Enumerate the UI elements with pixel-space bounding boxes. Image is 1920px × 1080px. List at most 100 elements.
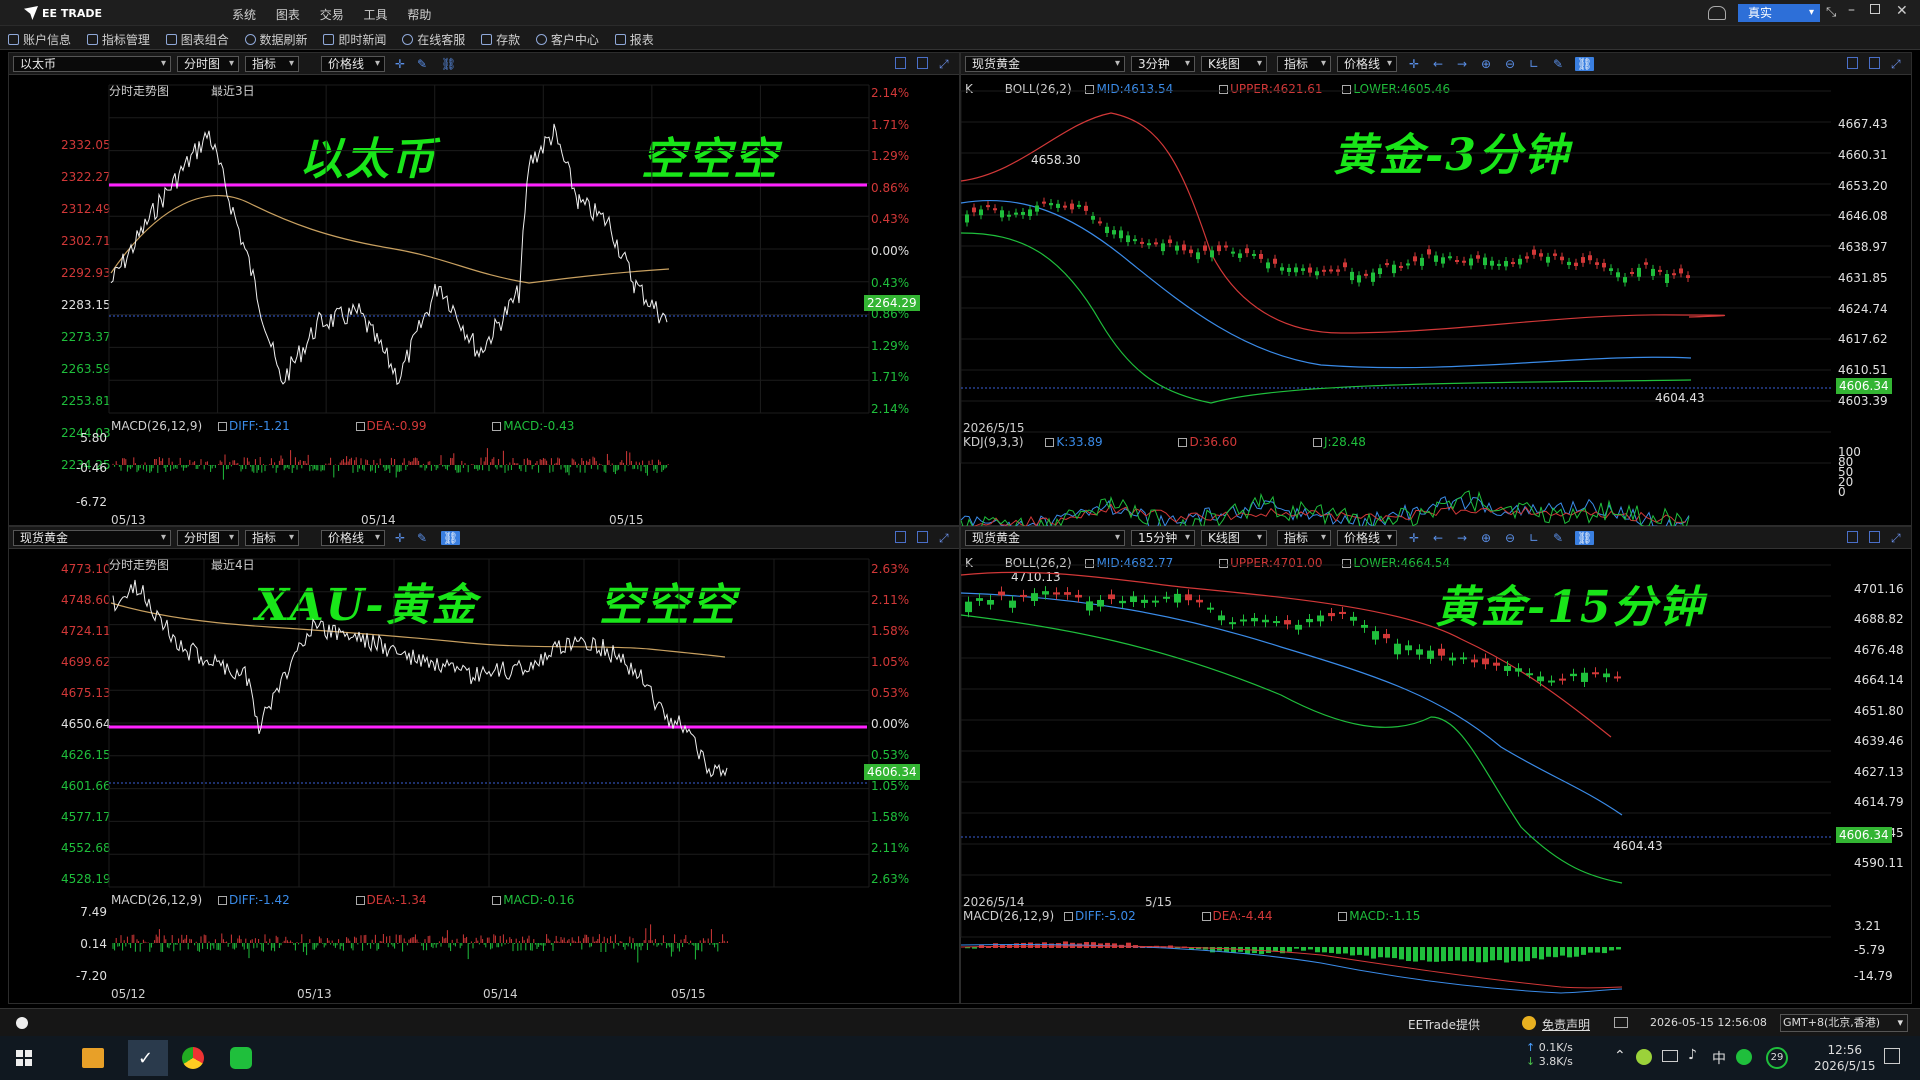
macd-bar <box>1028 942 1033 948</box>
toolbar-account-info[interactable]: 账户信息 <box>8 31 71 48</box>
date-label: 05/13 <box>111 513 146 527</box>
macd-bar <box>1322 947 1327 953</box>
xau-price-chart <box>108 558 870 963</box>
macd-bar <box>1399 947 1404 960</box>
macd-bar <box>1448 947 1453 962</box>
clock[interactable]: 12:56 2026/5/15 <box>1814 1042 1876 1074</box>
menu-tools[interactable]: 工具 <box>364 8 388 22</box>
boll-lower-line <box>960 614 1623 884</box>
macd-bar <box>1574 947 1579 957</box>
macd-bar <box>1406 947 1411 962</box>
wechat-icon[interactable] <box>230 1047 252 1069</box>
macd-bar <box>1441 947 1446 962</box>
volume-icon[interactable]: ♪ <box>1688 1047 1697 1063</box>
disclaimer-link[interactable]: 免责声明 <box>1542 1016 1590 1033</box>
current-price-tag: 2264.29 <box>864 295 920 311</box>
windows-start-icon[interactable] <box>16 1050 32 1066</box>
chevron-down-icon: ▾ <box>1897 1016 1903 1029</box>
macd-axis-mid: -0.46 <box>75 461 107 475</box>
toolbar-report[interactable]: 报表 <box>614 31 654 48</box>
macd-bar <box>1350 947 1355 956</box>
provider-text: EETrade提供 <box>1408 1018 1481 1032</box>
eetrade-taskbar-icon[interactable]: ✓ <box>128 1040 168 1076</box>
eth-price-line <box>110 123 668 386</box>
fullscreen-icon[interactable]: ⤡ <box>1826 5 1836 20</box>
macd-bar <box>1518 947 1523 962</box>
eth-price-chart <box>108 84 870 480</box>
toolbar-chart-combo[interactable]: 图表组合 <box>165 31 229 48</box>
macd-bar <box>1455 947 1460 961</box>
title-bar: EE TRADE 系统 图表 交易 工具 帮助 真实 ▾ ⤡ – ✕ <box>0 0 1920 26</box>
macd-bar <box>1343 947 1348 954</box>
macd-bar <box>1014 943 1019 948</box>
panel-eth: 以太币 分时图 指标 价格线 ✛ ✎ ⛓ ⤢ 分时走势图 最近3日 以太币 空空… <box>8 52 960 527</box>
monitor-icon <box>1614 1017 1628 1028</box>
macd-axis-top: 7.49 <box>80 905 107 919</box>
macd-bar <box>1245 947 1250 954</box>
gold-15min-candle-chart <box>960 564 1831 994</box>
current-price-tag: 4606.34 <box>864 764 920 780</box>
panel-xau: 现货黄金 分时图 指标 价格线 ✛ ✎ ⛓ ⤢ 分时走势图 最近4日 XAU-黄… <box>8 526 960 1004</box>
toolbar-news[interactable]: 即时新闻 <box>323 31 386 48</box>
restore-button[interactable] <box>1870 4 1880 14</box>
tray-app-icon[interactable] <box>1636 1049 1652 1065</box>
macd-bar <box>1602 947 1607 954</box>
chevron-up-icon[interactable]: ⌃ <box>1614 1048 1626 1064</box>
media-player-icon[interactable] <box>82 1048 104 1068</box>
logo-text: EE TRADE <box>42 6 102 20</box>
chat-icon[interactable] <box>16 1017 28 1029</box>
chart-icon <box>165 34 177 45</box>
report-icon <box>614 34 626 45</box>
average-line <box>110 602 726 658</box>
mode-select[interactable]: 真实 ▾ <box>1738 4 1820 22</box>
macd-bar <box>1476 947 1481 963</box>
notification-badge[interactable]: 29 <box>1766 1047 1788 1069</box>
macd-bar <box>1266 947 1271 954</box>
date-label: 05/15 <box>609 513 644 527</box>
toolbar-client-center[interactable]: 客户中心 <box>535 31 599 48</box>
macd-bar <box>1021 942 1026 948</box>
tray-wechat-icon[interactable] <box>1736 1049 1752 1065</box>
macd-bar <box>1315 947 1320 953</box>
toolbar-support[interactable]: 在线客服 <box>402 31 465 48</box>
macd-bar <box>1224 947 1229 953</box>
close-button[interactable]: ✕ <box>1896 3 1908 19</box>
macd-bar <box>1434 947 1439 962</box>
panel-gold-3min: 现货黄金 3分钟 K线图 指标 价格线 ✛ ← → ⊕ ⊖ ∟ ✎ ⛓ ⤢ K … <box>960 52 1912 536</box>
macd-bar <box>1532 947 1537 959</box>
action-center-icon[interactable] <box>1884 1048 1900 1064</box>
date-label: 5/15 <box>1145 895 1172 909</box>
macd-axis-bottom: -7.20 <box>75 969 107 983</box>
menu-trade[interactable]: 交易 <box>320 8 344 22</box>
mode-label: 真实 <box>1748 6 1773 20</box>
macd-bar <box>1588 947 1593 953</box>
minimize-button[interactable]: – <box>1848 2 1855 18</box>
os-taskbar: ✓ ↑ 0.1K/s ↓ 3.8K/s ⌃ ♪ 中 29 12:56 2026/… <box>0 1036 1920 1080</box>
low-label: 4604.43 <box>1655 391 1705 405</box>
current-price-tag: 4606.34 <box>1836 378 1892 394</box>
boll-mid-line <box>960 199 1692 369</box>
macd-bar <box>1469 947 1474 962</box>
high-label: 4658.30 <box>1031 153 1081 167</box>
menu-help[interactable]: 帮助 <box>407 8 431 22</box>
macd-bar <box>1483 947 1488 963</box>
warning-icon <box>1522 1016 1536 1030</box>
panel-gold-15min: 现货黄金 15分钟 K线图 指标 价格线 ✛ ← → ⊕ ⊖ ∟ ✎ ⛓ ⤢ K… <box>960 526 1912 1004</box>
toolbar-refresh[interactable]: 数据刷新 <box>244 31 308 48</box>
toolbar-deposit[interactable]: 存款 <box>481 31 520 48</box>
user-icon[interactable] <box>1708 6 1726 20</box>
app-logo: EE TRADE <box>24 6 102 20</box>
macd-axis-mid: -5.79 <box>1854 943 1886 957</box>
chrome-icon[interactable] <box>182 1047 204 1069</box>
macd-bar <box>1420 947 1425 961</box>
average-line <box>110 195 670 284</box>
ime-indicator[interactable]: 中 <box>1712 1048 1726 1068</box>
network-icon[interactable] <box>1662 1050 1678 1062</box>
kdj-legend: KDJ(9,3,3) K:33.89 D:36.60 J:28.48 <box>963 435 1366 449</box>
timezone-select[interactable]: GMT+8(北京,香港) ▾ <box>1780 1014 1908 1032</box>
menu-chart[interactable]: 图表 <box>276 8 300 22</box>
macd-bar <box>1413 947 1418 962</box>
menu-system[interactable]: 系统 <box>232 8 256 22</box>
macd-bar <box>1126 942 1131 948</box>
toolbar-indicator-mgmt[interactable]: 指标管理 <box>86 31 150 48</box>
